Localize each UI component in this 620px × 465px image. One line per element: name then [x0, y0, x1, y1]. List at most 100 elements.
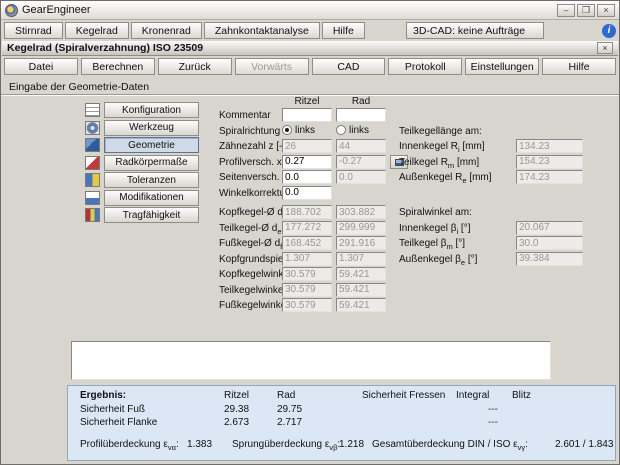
form-row-spiralrichtung: Spiralrichtung links links [219, 124, 419, 140]
werkzeug-gear-icon [85, 121, 100, 135]
spiralrichtung-ritzel-radio[interactable]: links [282, 125, 315, 136]
form-row-winkelkorrektur: Winkelkorrektur ϑk [°] [219, 186, 419, 202]
sicherheit-flanke-ritzel: 2.673 [224, 417, 249, 428]
kopfgrundspiel-ritzel-field [282, 252, 332, 266]
innenkegel-beta-field [516, 221, 583, 235]
sprunguberdeckung-label: Sprungüberdeckung εvβ: [232, 439, 340, 452]
sidebar: Konfiguration Werkzeug Geometrie Radkörp… [85, 102, 199, 225]
seitenversch-rad-field [336, 170, 386, 184]
results-title: Ergebnis: [80, 390, 126, 401]
cad-button[interactable]: CAD [312, 58, 386, 75]
radio-circle-icon [336, 125, 346, 135]
aussenkegel-beta-label: Außenkegel βe [°] [399, 254, 477, 267]
sicherheit-flanke-label: Sicherheit Flanke [80, 417, 157, 428]
sidebar-label-geometrie[interactable]: Geometrie [104, 137, 199, 153]
kommentar-ritzel-input[interactable] [282, 108, 332, 122]
gearengineer-window: GearEngineer – ❐ × Stirnrad Kegelrad Kro… [0, 0, 620, 465]
sidebar-label-toleranzen[interactable]: Toleranzen [104, 172, 199, 188]
sidebar-item-konfiguration[interactable]: Konfiguration [85, 102, 199, 119]
profilversch-ritzel-input[interactable] [282, 155, 332, 169]
toleranzen-icon [85, 173, 100, 187]
sidebar-item-radkoerpermasse[interactable]: Radkörpermaße [85, 155, 199, 172]
teilkegel-r-row: Teilkegel Rm [mm] [399, 155, 591, 171]
results-col-ritzel: Ritzel [224, 390, 249, 401]
geometrie-icon [85, 138, 100, 152]
sidebar-item-tragfaehigkeit[interactable]: Tragfähigkeit [85, 207, 199, 224]
sidebar-label-konfiguration[interactable]: Konfiguration [104, 102, 199, 118]
vorwaerts-button: Vorwärts [235, 58, 309, 75]
cad-status-dropdown[interactable]: 3D-CAD: keine Aufträge [406, 22, 544, 39]
aussenkegel-beta-row: Außenkegel βe [°] [399, 252, 591, 268]
frame-title: Kegelrad (Spiralverzahnung) ISO 23509 [7, 42, 203, 54]
form-row-teilkegelwinkel: Teilkegelwinkel δ [°] [219, 283, 419, 299]
tab-stirnrad[interactable]: Stirnrad [4, 22, 63, 39]
innenkegel-beta-label: Innenkegel βi [°] [399, 223, 470, 236]
sicherheit-flanke-rad: 2.717 [277, 417, 302, 428]
main-toolbar: Datei Berechnen Zurück Vorwärts CAD Prot… [4, 58, 616, 75]
kommentar-rad-input[interactable] [336, 108, 386, 122]
aussenkegel-r-field [516, 170, 583, 184]
tragfaehigkeit-icon [85, 208, 100, 222]
sidebar-label-radkoerpermasse[interactable]: Radkörpermaße [104, 155, 199, 171]
form-row-kopfgrundspiel: Kopfgrundspiel c [mm] [219, 252, 419, 268]
sidebar-label-modifikationen[interactable]: Modifikationen [104, 190, 199, 206]
kopfgrundspiel-rad-field [336, 252, 386, 266]
einstellungen-button[interactable]: Einstellungen [465, 58, 539, 75]
sidebar-item-werkzeug[interactable]: Werkzeug [85, 120, 199, 137]
sprunguberdeckung-value: 1.218 [339, 439, 364, 450]
radkoerpermasse-icon [85, 156, 100, 170]
teilkegelwinkel-rad-field [336, 283, 386, 297]
form-row-kopfkegelwinkel: Kopfkegelwinkel δa [°] [219, 267, 419, 283]
innenkegel-r-field [516, 139, 583, 153]
results-col-blitz: Blitz [512, 390, 531, 401]
sidebar-label-werkzeug[interactable]: Werkzeug [104, 120, 199, 136]
message-textarea[interactable] [71, 341, 551, 380]
spiralrichtung-rad-radio[interactable]: links [336, 125, 369, 136]
profiluberdeckung-value: 1.383 [187, 439, 212, 450]
protokoll-button[interactable]: Protokoll [388, 58, 462, 75]
frame-close-button[interactable]: × [597, 42, 613, 54]
form-row-teilkegel-d: Teilkegel-Ø de [mm] [219, 221, 419, 237]
kommentar-label: Kommentar [219, 110, 271, 121]
sicherheit-flanke-fressen: --- [458, 417, 528, 428]
teilkegel-r-label: Teilkegel Rm [mm] [399, 157, 479, 170]
teilkegel-d-rad-field [336, 221, 386, 235]
winkelkorrektur-input[interactable] [282, 186, 332, 200]
minimize-button[interactable]: – [557, 4, 575, 17]
teilkegel-beta-row: Teilkegel βm [°] [399, 236, 591, 252]
teilkegellaenge-title: Teilkegellänge am: [399, 126, 482, 137]
innenkegel-r-row: Innenkegel Ri [mm] [399, 139, 591, 155]
zurueck-button[interactable]: Zurück [158, 58, 232, 75]
sidebar-item-toleranzen[interactable]: Toleranzen [85, 172, 199, 189]
maximize-button[interactable]: ❐ [577, 4, 595, 17]
sidebar-item-modifikationen[interactable]: Modifikationen [85, 190, 199, 207]
tab-zahnkontaktanalyse[interactable]: Zahnkontaktanalyse [204, 22, 320, 39]
datei-button[interactable]: Datei [4, 58, 78, 75]
fusskegelwinkel-ritzel-field [282, 298, 332, 312]
app-gear-icon [5, 4, 18, 17]
spiralrichtung-label: Spiralrichtung [219, 126, 280, 137]
teilkegel-beta-label: Teilkegel βm [°] [399, 238, 465, 251]
form-row-fusskegel-d: Fußkegel-Ø dfe [mm] [219, 236, 419, 252]
fusskegel-d-rad-field [336, 236, 386, 250]
close-button[interactable]: × [597, 4, 615, 17]
radio-label: links [349, 125, 369, 136]
window-titlebar: GearEngineer – ❐ × [1, 1, 619, 20]
hilfe-button[interactable]: Hilfe [542, 58, 616, 75]
column-header-rad: Rad [336, 96, 386, 107]
tab-hilfe[interactable]: Hilfe [322, 22, 365, 39]
konfiguration-icon [85, 103, 100, 117]
section-title: Eingabe der Geometrie-Daten [9, 81, 149, 93]
berechnen-button[interactable]: Berechnen [81, 58, 155, 75]
tab-kegelrad[interactable]: Kegelrad [65, 22, 129, 39]
zaehnezahl-ritzel-field [282, 139, 332, 153]
sidebar-label-tragfaehigkeit[interactable]: Tragfähigkeit [104, 207, 199, 223]
info-icon[interactable]: i [602, 24, 616, 38]
seitenversch-ritzel-input[interactable] [282, 170, 332, 184]
zaehnezahl-rad-field [336, 139, 386, 153]
geometry-form: Kommentar Spiralrichtung links links Zäh… [219, 108, 419, 314]
teilkegelwinkel-ritzel-field [282, 283, 332, 297]
sidebar-item-geometrie[interactable]: Geometrie [85, 137, 199, 154]
tab-kronenrad[interactable]: Kronenrad [131, 22, 202, 39]
kopfkegel-d-rad-field [336, 205, 386, 219]
